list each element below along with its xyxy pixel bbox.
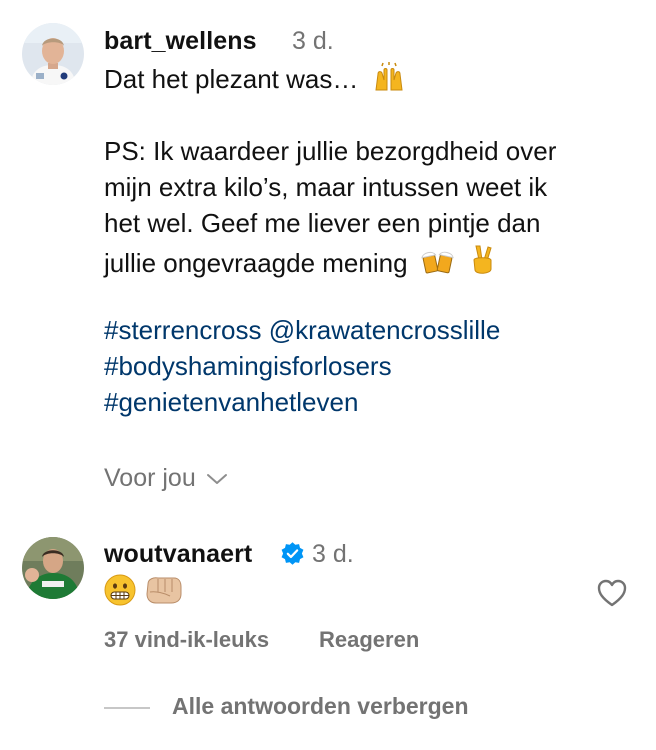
hide-replies-button[interactable]: Alle antwoorden verbergen <box>172 693 469 720</box>
oncoming-fist-emoji <box>146 577 182 604</box>
likes-count[interactable]: 37 vind-ik-leuks <box>104 627 269 653</box>
verified-badge-icon <box>281 542 304 565</box>
chevron-down-icon <box>206 473 227 484</box>
raising-hands-emoji <box>372 62 406 99</box>
comment-text-line: mijn extra kilo’s, maar intussen weet ik <box>104 172 548 202</box>
voor-jou-label: Voor jou <box>104 464 196 492</box>
avatar-bart-wellens[interactable] <box>22 23 84 85</box>
comment-text: jullie ongevraagde mening <box>104 248 408 278</box>
like-heart-icon[interactable] <box>596 578 628 608</box>
replies-divider <box>104 707 150 709</box>
comment-timestamp[interactable]: 3 d. <box>312 540 354 569</box>
grimacing-face-emoji <box>104 574 136 606</box>
avatar-woutvanaert[interactable] <box>22 537 84 599</box>
comment-text-line: jullie ongevraagde mening <box>104 244 496 283</box>
victory-hand-emoji <box>468 244 496 283</box>
comment-username[interactable]: woutvanaert <box>104 540 252 569</box>
comment-hashtag-link[interactable]: #genietenvanhetleven <box>104 387 358 418</box>
comment-hashtag-link[interactable]: #sterrencross @krawatencrosslille <box>104 315 500 346</box>
comment-username[interactable]: bart_wellens <box>104 27 257 56</box>
voor-jou-dropdown[interactable]: Voor jou <box>104 464 228 493</box>
comment-text-line: het wel. Geef me liever een pintje dan <box>104 208 541 238</box>
reply-button[interactable]: Reageren <box>319 627 419 653</box>
comment-emojis <box>104 574 184 606</box>
comment-text-line: PS: Ik waardeer jullie bezorgdheid over <box>104 136 557 166</box>
comment-timestamp[interactable]: 3 d. <box>292 27 334 56</box>
comment-text: Dat het plezant was… <box>104 64 359 94</box>
comment-text-line: Dat het plezant was… <box>104 62 406 99</box>
comment-hashtag-link[interactable]: #bodyshamingisforlosers <box>104 351 392 382</box>
beer-mugs-emoji <box>421 246 455 283</box>
